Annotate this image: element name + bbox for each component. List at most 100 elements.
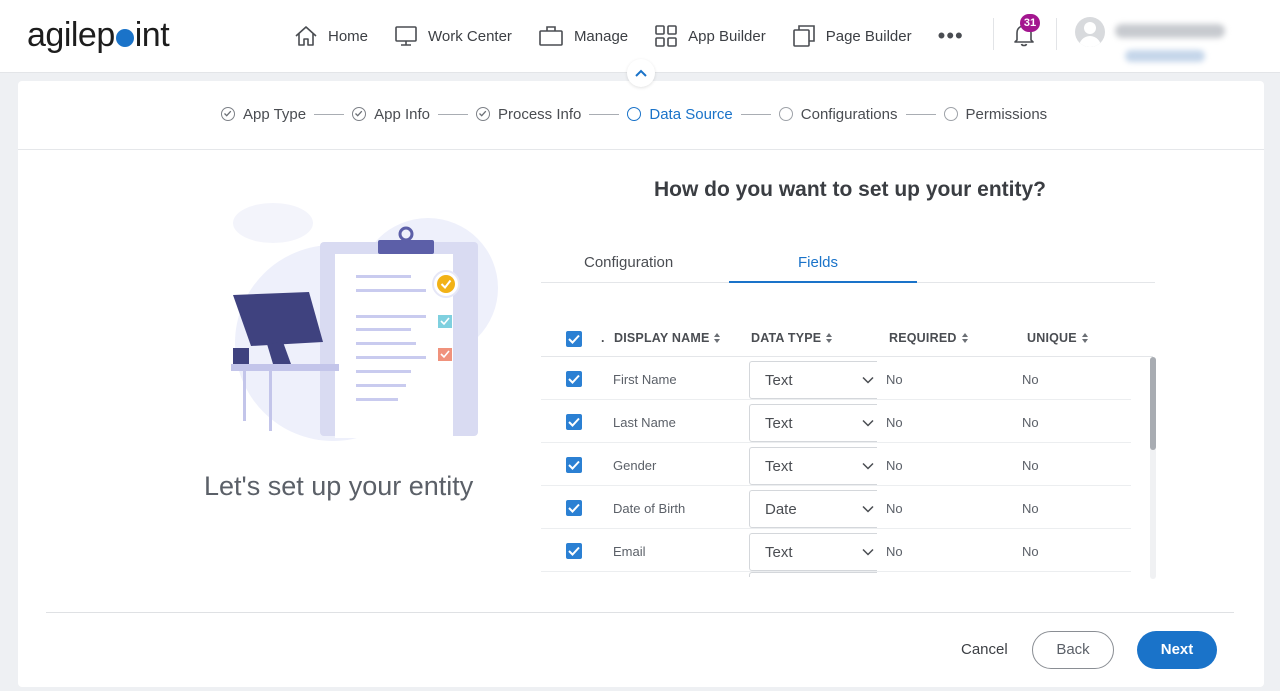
check-icon xyxy=(568,503,580,513)
circle-icon xyxy=(627,107,642,121)
check-circle-icon xyxy=(355,110,363,117)
tab-fields[interactable]: Fields xyxy=(798,254,838,271)
data-type-select[interactable]: Text xyxy=(749,361,877,399)
sort-icon xyxy=(961,332,969,344)
step-process-info[interactable]: Process Info xyxy=(476,106,581,123)
data-type-select[interactable]: Date xyxy=(749,490,877,528)
field-name: Date of Birth xyxy=(613,501,686,516)
column-dot: . xyxy=(601,331,605,345)
row-checkbox[interactable] xyxy=(566,371,582,387)
table-row: Email Text No No xyxy=(541,529,1131,572)
cancel-button[interactable]: Cancel xyxy=(961,641,1008,658)
scrollbar-thumb[interactable] xyxy=(1150,357,1156,450)
entity-setup-illustration xyxy=(231,203,498,441)
more-menu-icon[interactable]: ••• xyxy=(938,25,964,47)
chevron-down-icon xyxy=(862,548,874,556)
column-required[interactable]: REQUIRED xyxy=(889,331,969,345)
row-checkbox[interactable] xyxy=(566,457,582,473)
table-row: First Name Text No No xyxy=(541,357,1131,400)
wizard-stepper: App Type App Info Process Info Data Sour… xyxy=(18,81,1264,150)
sort-icon xyxy=(1081,332,1089,344)
sort-icon xyxy=(714,332,721,344)
check-icon xyxy=(568,334,580,344)
check-icon xyxy=(568,460,580,470)
chevron-down-icon xyxy=(862,462,874,470)
column-unique[interactable]: UNIQUE xyxy=(1027,331,1089,345)
tab-configuration[interactable]: Configuration xyxy=(584,254,673,271)
page-title: How do you want to set up your entity? xyxy=(654,178,1046,201)
column-display-name[interactable]: DISPLAY NAME xyxy=(614,331,721,345)
nav-app-builder[interactable]: App Builder xyxy=(654,25,766,47)
user-role-blurred xyxy=(1125,50,1205,62)
check-icon xyxy=(568,546,580,556)
required-value: No xyxy=(886,458,903,473)
fields-table-header: . DISPLAY NAME DATA TYPE REQUIRED UNIQUE xyxy=(541,321,1153,357)
table-row: Last Name Text No No xyxy=(541,400,1131,443)
required-value: No xyxy=(886,544,903,559)
home-icon xyxy=(295,26,317,46)
step-app-type[interactable]: App Type xyxy=(221,106,306,123)
back-button[interactable]: Back xyxy=(1032,631,1114,669)
row-checkbox[interactable] xyxy=(566,500,582,516)
field-name: Email xyxy=(613,544,646,559)
required-value: No xyxy=(886,372,903,387)
field-name: Gender xyxy=(613,458,657,473)
nav-work-center[interactable]: Work Center xyxy=(394,25,512,47)
unique-value: No xyxy=(1022,458,1039,473)
footer-divider xyxy=(46,612,1234,613)
table-row: Gender Text No No xyxy=(541,443,1131,486)
field-name: Last Name xyxy=(613,415,676,430)
field-name: First Name xyxy=(613,372,677,387)
pages-icon xyxy=(792,25,815,47)
required-value: No xyxy=(886,501,903,516)
nav-home[interactable]: Home xyxy=(294,25,368,47)
data-type-select[interactable]: Text xyxy=(749,447,877,485)
unique-value: No xyxy=(1022,544,1039,559)
circle-icon xyxy=(778,107,793,121)
monitor-icon xyxy=(395,26,417,46)
agilepoint-logo[interactable]: agilep int xyxy=(27,16,170,55)
wizard-card: App Type App Info Process Info Data Sour… xyxy=(18,81,1264,687)
sort-icon xyxy=(826,332,833,344)
unique-value: No xyxy=(1022,372,1039,387)
table-scrollbar[interactable] xyxy=(1150,357,1156,579)
fields-table-body[interactable]: First Name Text No No Last Name Text No … xyxy=(541,357,1131,577)
step-app-info[interactable]: App Info xyxy=(352,106,430,123)
chevron-down-icon xyxy=(862,505,874,513)
divider xyxy=(1056,18,1057,50)
check-circle-icon xyxy=(479,110,487,117)
main-nav: Home Work Center Manage App Builder Page… xyxy=(294,22,964,50)
unique-value: No xyxy=(1022,501,1039,516)
step-permissions[interactable]: Permissions xyxy=(943,106,1047,123)
row-checkbox[interactable] xyxy=(566,543,582,559)
select-all-checkbox[interactable] xyxy=(566,331,582,347)
unique-value: No xyxy=(1022,415,1039,430)
setup-caption: Let's set up your entity xyxy=(204,471,474,501)
chevron-down-icon xyxy=(862,419,874,427)
tab-bar: Configuration Fields xyxy=(541,241,1155,283)
briefcase-icon xyxy=(539,26,563,46)
row-checkbox[interactable] xyxy=(566,414,582,430)
user-name-blurred[interactable] xyxy=(1115,24,1225,38)
grid-icon xyxy=(655,25,677,47)
data-type-select[interactable]: Text xyxy=(749,404,877,442)
notification-count-badge: 31 xyxy=(1020,14,1040,32)
nav-page-builder[interactable]: Page Builder xyxy=(792,24,912,48)
next-button[interactable]: Next xyxy=(1137,631,1217,669)
user-avatar[interactable] xyxy=(1075,17,1105,47)
chevron-down-icon xyxy=(862,376,874,384)
step-data-source[interactable]: Data Source xyxy=(627,106,733,123)
active-tab-indicator xyxy=(729,281,917,283)
data-type-select[interactable] xyxy=(749,572,877,577)
collapse-header-button[interactable] xyxy=(627,59,655,87)
check-icon xyxy=(568,417,580,427)
check-circle-icon xyxy=(224,110,232,117)
nav-manage[interactable]: Manage xyxy=(538,25,628,47)
column-data-type[interactable]: DATA TYPE xyxy=(751,331,833,345)
check-icon xyxy=(568,374,580,384)
step-configurations[interactable]: Configurations xyxy=(778,106,898,123)
table-row: Date of Birth Date No No xyxy=(541,486,1131,529)
divider xyxy=(993,18,994,50)
data-type-select[interactable]: Text xyxy=(749,533,877,571)
chevron-up-icon xyxy=(635,69,647,77)
